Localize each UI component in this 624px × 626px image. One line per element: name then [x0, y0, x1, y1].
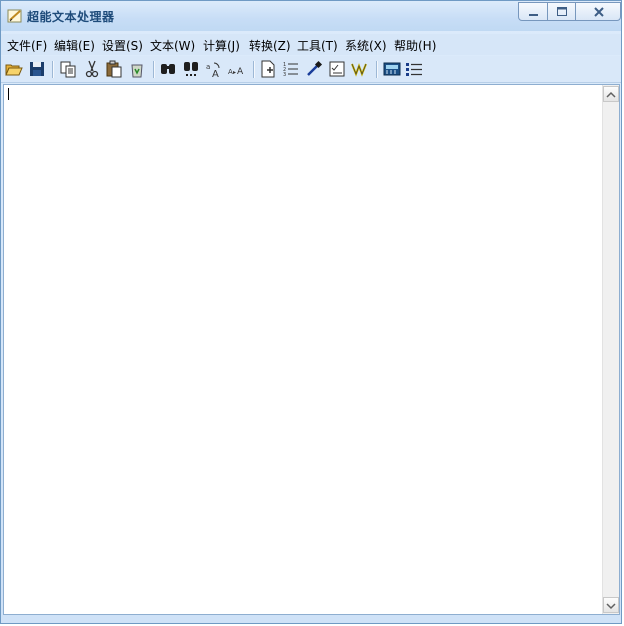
save-icon[interactable] [28, 60, 46, 78]
svg-text:A: A [212, 69, 219, 78]
text-caret [8, 88, 9, 100]
recycle-icon[interactable] [128, 60, 146, 78]
app-window: 超能文本处理器 文件(F) 编辑(E) 设置(S) 文本(W) 计算(J) 转换… [0, 0, 622, 624]
paste-icon[interactable] [105, 60, 123, 78]
svg-text:▸: ▸ [233, 69, 236, 76]
menu-file[interactable]: 文件(F) [7, 37, 47, 54]
scroll-down-button[interactable] [603, 597, 619, 613]
menu-help[interactable]: 帮助(H) [394, 37, 436, 54]
numbered-list-icon[interactable]: 123 [282, 60, 300, 78]
minimize-button[interactable] [518, 2, 548, 21]
vertical-scrollbar[interactable] [602, 85, 619, 614]
window-title: 超能文本处理器 [27, 10, 115, 24]
minimize-icon [529, 14, 538, 16]
bullet-list-icon[interactable] [405, 60, 423, 78]
close-icon [594, 7, 604, 17]
text-editor[interactable] [3, 84, 620, 615]
menu-bar: 文件(F) 编辑(E) 设置(S) 文本(W) 计算(J) 转换(Z) 工具(T… [1, 34, 621, 55]
font-size-icon[interactable]: A ▸ A [228, 60, 246, 78]
svg-text:A: A [237, 67, 244, 77]
status-bar [1, 616, 621, 623]
menu-system[interactable]: 系统(X) [345, 37, 387, 54]
toolbar-separator [153, 61, 155, 78]
toolbar-separator [52, 61, 54, 78]
menu-settings[interactable]: 设置(S) [102, 37, 143, 54]
scroll-up-button[interactable] [603, 86, 619, 102]
calculator-icon[interactable] [383, 60, 401, 78]
toolbar-separator [253, 61, 255, 78]
find-next-icon[interactable] [182, 60, 200, 78]
close-button[interactable] [575, 2, 621, 21]
menu-calculate[interactable]: 计算(J) [203, 37, 240, 54]
maximize-icon [557, 7, 567, 16]
app-icon [7, 9, 22, 23]
eyedropper-icon[interactable] [305, 60, 323, 78]
maximize-button[interactable] [547, 2, 576, 21]
copy-icon[interactable] [59, 60, 77, 78]
new-doc-icon[interactable] [259, 60, 277, 78]
toolbar-separator [376, 61, 378, 78]
title-bar[interactable]: 超能文本处理器 [1, 1, 621, 31]
open-icon[interactable] [5, 60, 23, 78]
wave-icon[interactable] [351, 60, 369, 78]
replace-icon[interactable]: aA [205, 60, 223, 78]
menu-text[interactable]: 文本(W) [150, 37, 195, 54]
checklist-icon[interactable] [328, 60, 346, 78]
svg-text:3: 3 [283, 72, 286, 78]
chevron-down-icon [606, 603, 616, 610]
menu-edit[interactable]: 编辑(E) [54, 37, 95, 54]
menu-convert[interactable]: 转换(Z) [249, 37, 291, 54]
menu-tools[interactable]: 工具(T) [297, 37, 338, 54]
find-icon[interactable] [159, 60, 177, 78]
toolbar: aA A ▸ A 123 [1, 56, 621, 83]
svg-text:a: a [206, 63, 210, 71]
cut-icon[interactable] [83, 60, 101, 78]
chevron-up-icon [606, 91, 616, 98]
